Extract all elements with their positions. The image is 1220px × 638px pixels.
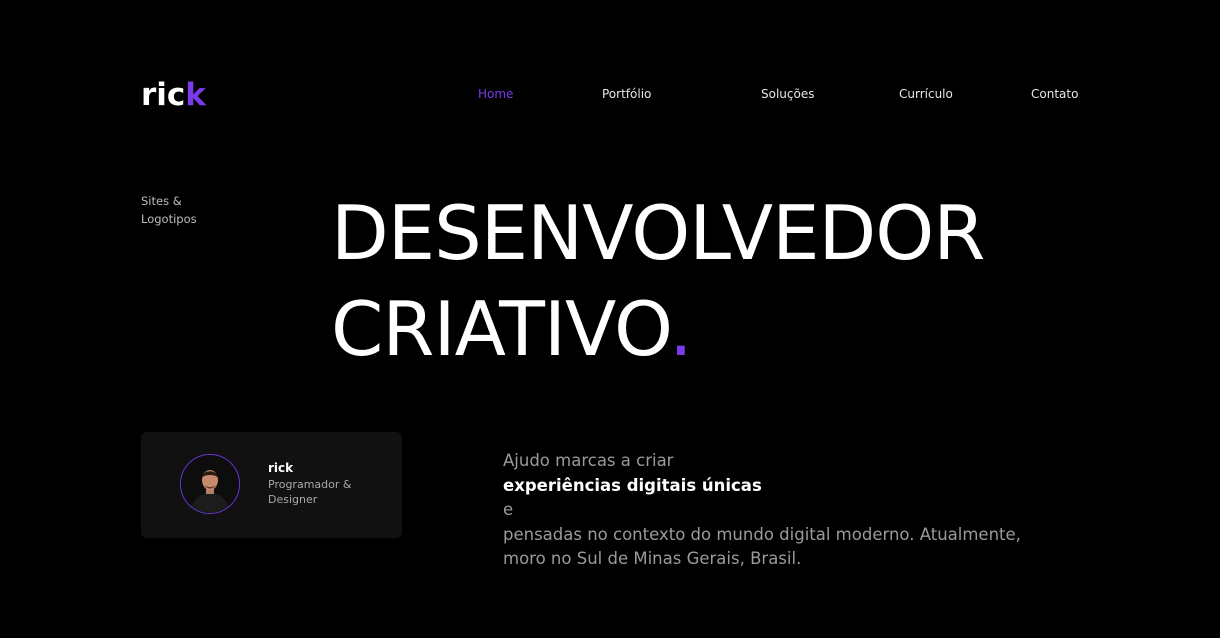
tagline-line-2: Logotipos bbox=[141, 212, 197, 226]
intro-line-2: pensadas no contexto do mundo digital mo… bbox=[503, 524, 1021, 544]
profile-card: rick Programador & Designer bbox=[141, 432, 402, 538]
intro-text: Ajudo marcas a criar experiências digita… bbox=[503, 449, 1083, 572]
person-photo-icon bbox=[181, 455, 239, 513]
profile-name: rick bbox=[268, 461, 294, 475]
nav-solucoes[interactable]: Soluções bbox=[761, 86, 814, 102]
hero-line-2-wrap: CRIATIVO. bbox=[331, 281, 984, 377]
hero-heading: DESENVOLVEDOR CRIATIVO. bbox=[331, 185, 985, 377]
tagline: Sites & Logotipos bbox=[141, 192, 197, 228]
intro-highlight: experiências digitais únicas bbox=[503, 475, 762, 495]
intro-line-1: Ajudo marcas a criar experiências digita… bbox=[503, 449, 1083, 523]
nav-portfolio[interactable]: Portfólio bbox=[602, 86, 651, 102]
profile-role-line-1: Programador & bbox=[268, 478, 352, 491]
logo[interactable]: rick bbox=[141, 78, 206, 112]
intro-line-1-start: Ajudo marcas a criar bbox=[503, 451, 674, 470]
intro-line-1-end: e bbox=[503, 500, 514, 519]
hero-line-1: DESENVOLVEDOR bbox=[331, 189, 985, 277]
nav-curriculo[interactable]: Currículo bbox=[899, 86, 953, 102]
hero-accent-dot: . bbox=[669, 285, 693, 373]
profile-role: Programador & Designer bbox=[268, 477, 351, 507]
hero-line-2: CRIATIVO bbox=[331, 285, 670, 373]
logo-text: ric bbox=[141, 77, 186, 113]
intro-line-3: moro no Sul de Minas Gerais, Brasil. bbox=[503, 549, 802, 568]
nav-home[interactable]: Home bbox=[478, 86, 513, 102]
logo-accent-letter: k bbox=[185, 77, 206, 113]
avatar bbox=[180, 454, 240, 514]
nav-contato[interactable]: Contato bbox=[1031, 86, 1078, 102]
profile-role-line-2: Designer bbox=[268, 493, 318, 506]
tagline-line-1: Sites & bbox=[141, 194, 182, 208]
